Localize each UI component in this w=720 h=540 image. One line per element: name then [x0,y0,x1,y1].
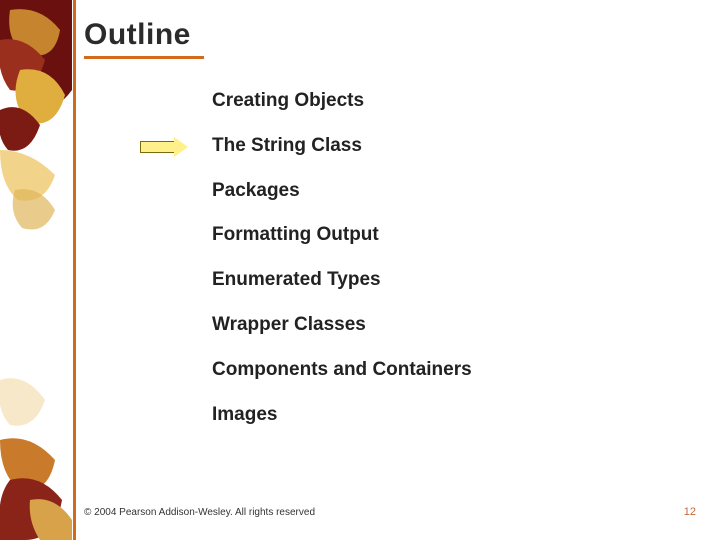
title-underline [84,56,204,59]
outline-item: Formatting Output [212,224,472,247]
outline-item: Components and Containers [212,359,472,382]
vertical-rule [73,0,76,540]
outline-item: Enumerated Types [212,269,472,292]
page-number: 12 [684,506,696,518]
outline-item: Packages [212,180,472,203]
copyright-text: © 2004 Pearson Addison-Wesley. All right… [84,507,315,518]
arrow-right-icon [174,137,188,157]
outline-item: Wrapper Classes [212,314,472,337]
arrow-shaft [140,141,174,153]
leaf-svg [0,0,72,540]
outline-item: The String Class [212,135,472,158]
current-topic-pointer [140,137,188,157]
outline-list: Creating Objects The String Class Packag… [212,90,472,448]
slide: Outline Creating Objects The String Clas… [0,0,720,540]
leaf-decoration [0,0,72,540]
outline-item: Creating Objects [212,90,472,113]
outline-item: Images [212,404,472,427]
page-title: Outline [84,18,191,52]
